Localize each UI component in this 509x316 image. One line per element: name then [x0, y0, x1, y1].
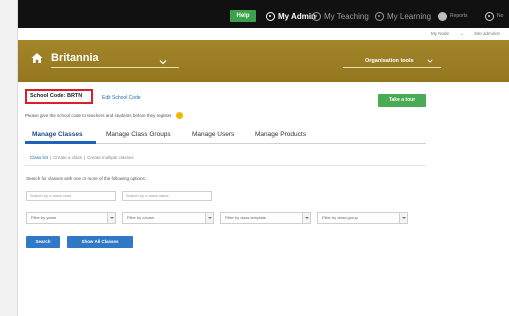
- search-caption: Search for classes with one or more of t…: [26, 176, 147, 181]
- chevron-down-icon[interactable]: [159, 58, 167, 66]
- filter-by-class-group-select[interactable]: Filter by class group: [317, 212, 408, 224]
- page-content: Help My Admin My Teaching My Learning Re…: [17, 0, 509, 316]
- tab-manage-users[interactable]: Manage Users: [192, 131, 234, 138]
- take-a-tour-button[interactable]: Take a tour: [378, 94, 426, 107]
- nav-reports[interactable]: Reports: [438, 9, 468, 23]
- tab-manage-products[interactable]: Manage Products: [255, 131, 306, 138]
- my-admin-icon: [266, 11, 275, 21]
- dropdown-arrow-icon: [302, 213, 310, 223]
- site-admin-link[interactable]: Site administ: [474, 31, 500, 36]
- hint-text: Please give the school code to teachers …: [25, 113, 173, 118]
- dropdown-arrow-icon: [205, 213, 213, 223]
- dropdown-arrow-icon: [399, 213, 407, 223]
- sub-navigation-divider: [25, 165, 426, 166]
- nav-my-admin[interactable]: My Admin: [266, 9, 316, 23]
- tab-manage-classes[interactable]: Manage Classes: [32, 131, 83, 138]
- class-code-search-input[interactable]: Search by a class code: [26, 191, 116, 201]
- organisation-select-underline: [51, 67, 179, 68]
- dropdown-arrow-icon: [107, 213, 115, 223]
- home-icon[interactable]: [31, 52, 43, 64]
- account-strip: My Node ⌄ Site administ: [18, 28, 509, 40]
- chevron-down-icon[interactable]: [427, 58, 433, 64]
- select-value: Filter by course: [127, 215, 155, 220]
- top-navigation-bar: Help My Admin My Teaching My Learning Re…: [18, 0, 509, 28]
- filter-by-class-template-select[interactable]: Filter by class template: [220, 212, 311, 224]
- filter-by-course-select[interactable]: Filter by course: [122, 212, 214, 224]
- edit-school-code-link[interactable]: Edit School Code: [102, 95, 141, 101]
- select-value: Filter by class group: [322, 215, 358, 220]
- nav-label: My Teaching: [324, 11, 369, 21]
- my-learning-icon: [375, 11, 384, 21]
- filter-by-years-select[interactable]: Filter by years: [26, 212, 116, 224]
- my-teaching-icon: [312, 11, 321, 21]
- organisation-tools-underline: [343, 67, 441, 68]
- organisation-name[interactable]: Britannia: [51, 52, 99, 64]
- app-window: Help My Admin My Teaching My Learning Re…: [0, 0, 509, 316]
- help-button[interactable]: Help: [230, 10, 256, 22]
- organisation-tools-menu[interactable]: Organisation tools: [365, 58, 414, 64]
- nav-label: Reports: [450, 13, 468, 19]
- create-class-link[interactable]: Create a class: [53, 155, 82, 160]
- nav-label: My Learning: [387, 11, 432, 21]
- separator: |: [83, 155, 86, 160]
- class-list-link[interactable]: Class list: [30, 155, 48, 160]
- school-code-label: School Code: BRTN: [25, 89, 93, 104]
- smiley-icon: [175, 112, 183, 119]
- create-multiple-classes-link[interactable]: Create multiple classes: [87, 155, 134, 160]
- class-sub-navigation: Class list | Create a class | Create mul…: [30, 155, 134, 160]
- class-name-search-input[interactable]: Search by a class name: [122, 191, 212, 201]
- active-tab-indicator: [25, 141, 96, 144]
- nav-my-learning[interactable]: My Learning: [375, 9, 431, 23]
- separator: |: [50, 155, 52, 160]
- reports-icon: [438, 11, 447, 21]
- school-code-hint: Please give the school code to teachers …: [25, 112, 183, 119]
- my-node-menu[interactable]: My Node: [431, 31, 449, 36]
- nav-label: No: [497, 13, 504, 19]
- nav-notifications[interactable]: No: [485, 9, 503, 23]
- notifications-icon: [485, 11, 494, 21]
- show-all-classes-button[interactable]: Show All Classes: [67, 236, 133, 248]
- nav-my-teaching[interactable]: My Teaching: [312, 9, 369, 23]
- select-value: Filter by class template: [225, 215, 266, 220]
- nav-label: My Admin: [278, 11, 316, 21]
- search-button[interactable]: Search: [26, 236, 60, 248]
- tab-manage-class-groups[interactable]: Manage Class Groups: [106, 131, 171, 138]
- chevron-down-icon: ⌄: [460, 31, 464, 36]
- select-value: Filter by years: [31, 215, 57, 220]
